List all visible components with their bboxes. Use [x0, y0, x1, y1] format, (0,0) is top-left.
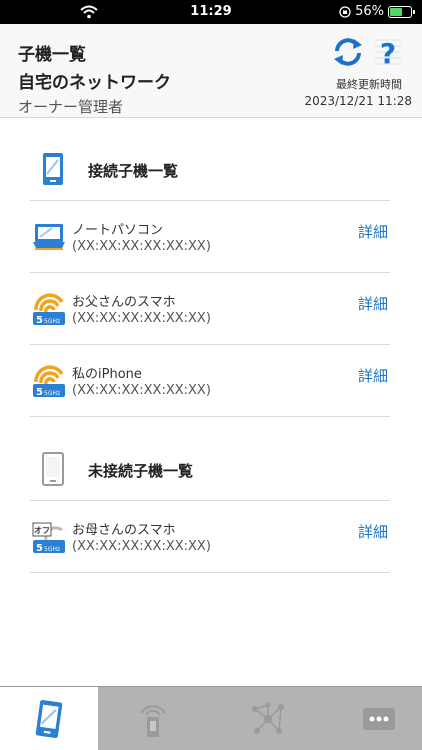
- device-row-laptop: ノートパソコン (XX:XX:XX:XX:XX:XX) 詳細: [30, 200, 390, 272]
- divider: [30, 416, 390, 417]
- refresh-icon: [334, 38, 362, 66]
- tab-router[interactable]: [104, 687, 202, 750]
- wifi-5ghz-icon: 5 5GHz: [33, 365, 65, 398]
- device-mac: (XX:XX:XX:XX:XX:XX): [72, 539, 211, 554]
- device-row-my-iphone: 5 5GHz 私のiPhone (XX:XX:XX:XX:XX:XX) 詳細: [30, 344, 390, 416]
- device-mac: (XX:XX:XX:XX:XX:XX): [72, 383, 211, 398]
- status-bar: 11:29 56%: [0, 0, 422, 24]
- device-detail-link[interactable]: 詳細: [358, 221, 388, 242]
- svg-text:?: ?: [380, 37, 396, 68]
- divider: [30, 572, 390, 573]
- svg-text:5: 5: [36, 387, 43, 398]
- orientation-lock-icon: [339, 5, 351, 18]
- svg-text:5: 5: [36, 543, 43, 554]
- connected-section-label: 接続子機一覧: [88, 162, 179, 180]
- laptop-icon: [33, 224, 65, 250]
- svg-text:5GHz: 5GHz: [44, 390, 60, 397]
- device-detail-link[interactable]: 詳細: [358, 521, 388, 542]
- help-button[interactable]: ?: [373, 36, 403, 70]
- device-name: 私のiPhone: [72, 367, 142, 382]
- tab-bar: [0, 686, 422, 750]
- network-name: 自宅のネットワーク: [18, 73, 171, 93]
- user-role: オーナー管理者: [18, 98, 124, 116]
- network-map-icon: [252, 702, 284, 734]
- last-updated-label: 最終更新時間: [336, 78, 402, 91]
- connected-section-header: 接続子機一覧: [30, 132, 390, 202]
- device-mac: (XX:XX:XX:XX:XX:XX): [72, 239, 211, 254]
- device-detail-link[interactable]: 詳細: [358, 293, 388, 314]
- header: 子機一覧 自宅のネットワーク オーナー管理者 ? 最終更新時間 2023/12/…: [0, 24, 422, 118]
- device-name: お母さんのスマホ: [72, 523, 176, 538]
- device-detail-link[interactable]: 詳細: [358, 365, 388, 386]
- last-updated-time: 2023/12/21 11:28: [304, 94, 412, 108]
- device-mac: (XX:XX:XX:XX:XX:XX): [72, 311, 211, 326]
- device-name: ノートパソコン: [72, 223, 164, 238]
- offline-5ghz-icon: 5 5GHz オフ: [32, 522, 65, 554]
- svg-text:5GHz: 5GHz: [44, 318, 60, 325]
- more-icon: [363, 708, 395, 730]
- tab-network-map[interactable]: [219, 687, 317, 750]
- wifi-5ghz-icon: 5 5GHz: [33, 293, 65, 326]
- disconnected-section-label: 未接続子機一覧: [88, 462, 194, 480]
- router-icon: [140, 705, 166, 737]
- device-row-father-phone: 5 5GHz お父さんのスマホ (XX:XX:XX:XX:XX:XX) 詳細: [30, 272, 390, 344]
- page-title: 子機一覧: [18, 45, 86, 65]
- smartphone-icon: [35, 700, 63, 738]
- device-name: お父さんのスマホ: [72, 295, 176, 310]
- disconnected-section-header: 未接続子機一覧: [30, 432, 390, 502]
- tab-more[interactable]: [330, 687, 422, 750]
- tab-device-list[interactable]: [0, 687, 98, 750]
- refresh-button[interactable]: [332, 36, 364, 68]
- device-row-mother-phone: 5 5GHz オフ お母さんのスマホ (XX:XX:XX:XX:XX:XX) 詳…: [30, 500, 390, 572]
- battery-percent: 56%: [355, 4, 384, 19]
- battery-icon: [388, 5, 415, 18]
- help-icon: ?: [375, 37, 401, 70]
- disconnected-phone-icon: [42, 452, 64, 486]
- svg-text:5: 5: [36, 315, 43, 326]
- svg-text:オフ: オフ: [34, 526, 50, 535]
- connected-phone-icon: [43, 153, 63, 185]
- svg-text:5GHz: 5GHz: [44, 546, 60, 553]
